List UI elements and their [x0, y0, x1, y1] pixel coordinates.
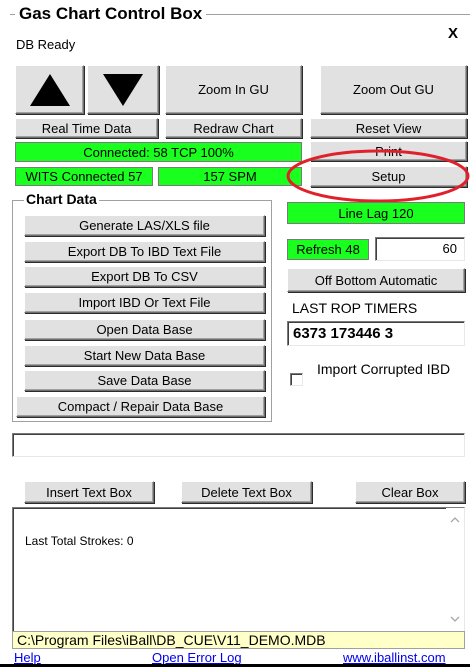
scroll-up-button[interactable] [15, 65, 84, 114]
refresh-indicator: Refresh 48 [287, 239, 369, 260]
off-bottom-automatic-button[interactable]: Off Bottom Automatic [287, 268, 465, 292]
spm-indicator: 157 SPM [158, 167, 302, 186]
connection-status-indicator: Connected: 58 TCP 100% [15, 142, 302, 162]
insert-text-box-button[interactable]: Insert Text Box [24, 481, 154, 503]
export-csv-button[interactable]: Export DB To CSV [24, 266, 265, 287]
gas-chart-control-box: { "title": "Gas Chart Control Box", "sta… [0, 0, 470, 667]
refresh-interval-input[interactable]: 60 [375, 237, 465, 261]
message-scrollbar[interactable] [446, 508, 464, 631]
open-database-button[interactable]: Open Data Base [24, 319, 265, 340]
line-lag-indicator: Line Lag 120 [287, 202, 465, 224]
generate-las-xls-button[interactable]: Generate LAS/XLS file [24, 215, 265, 236]
open-error-log-link[interactable]: Open Error Log [152, 650, 242, 665]
database-path: C:\Program Files\iBall\DB_CUE\V11_DEMO.M… [12, 631, 465, 649]
export-ibd-text-button[interactable]: Export DB To IBD Text File [24, 241, 265, 262]
chart-data-group-title: Chart Data [24, 191, 99, 207]
zoom-out-button[interactable]: Zoom Out GU [320, 65, 467, 114]
scroll-down-icon[interactable] [450, 616, 460, 623]
annotation-circle [286, 149, 470, 203]
rop-timers-value[interactable]: 6373 173446 3 [287, 321, 465, 346]
arrow-up-icon [29, 73, 70, 106]
redraw-chart-button[interactable]: Redraw Chart [165, 118, 302, 138]
zoom-in-button[interactable]: Zoom In GU [165, 65, 302, 114]
message-text: Last Total Strokes: 0 [25, 534, 134, 548]
rop-timers-label: LAST ROP TIMERS [292, 300, 418, 316]
save-database-button[interactable]: Save Data Base [24, 370, 265, 391]
help-link[interactable]: Help [14, 650, 41, 665]
status-field[interactable] [12, 433, 465, 457]
website-link[interactable]: www.iballinst.com [343, 650, 446, 665]
start-new-database-button[interactable]: Start New Data Base [24, 345, 265, 366]
wits-status-indicator: WITS Connected 57 [15, 167, 153, 186]
message-textarea[interactable]: Last Total Strokes: 0 [12, 507, 465, 632]
reset-view-button[interactable]: Reset View [310, 118, 467, 138]
status-text: DB Ready [16, 37, 76, 52]
delete-text-box-button[interactable]: Delete Text Box [181, 481, 312, 503]
compact-repair-database-button[interactable]: Compact / Repair Data Base [16, 396, 265, 417]
scroll-up-icon[interactable] [450, 516, 460, 523]
import-ibd-button[interactable]: Import IBD Or Text File [24, 292, 265, 313]
scroll-down-button[interactable] [87, 65, 159, 114]
import-corrupted-checkbox[interactable] [290, 373, 303, 386]
clear-box-button[interactable]: Clear Box [355, 481, 465, 503]
real-time-data-button[interactable]: Real Time Data [15, 118, 158, 138]
arrow-down-icon [103, 73, 143, 106]
close-icon[interactable]: X [448, 25, 458, 42]
window-title: Gas Chart Control Box [15, 4, 207, 24]
import-corrupted-label: Import Corrupted IBD [317, 361, 451, 377]
